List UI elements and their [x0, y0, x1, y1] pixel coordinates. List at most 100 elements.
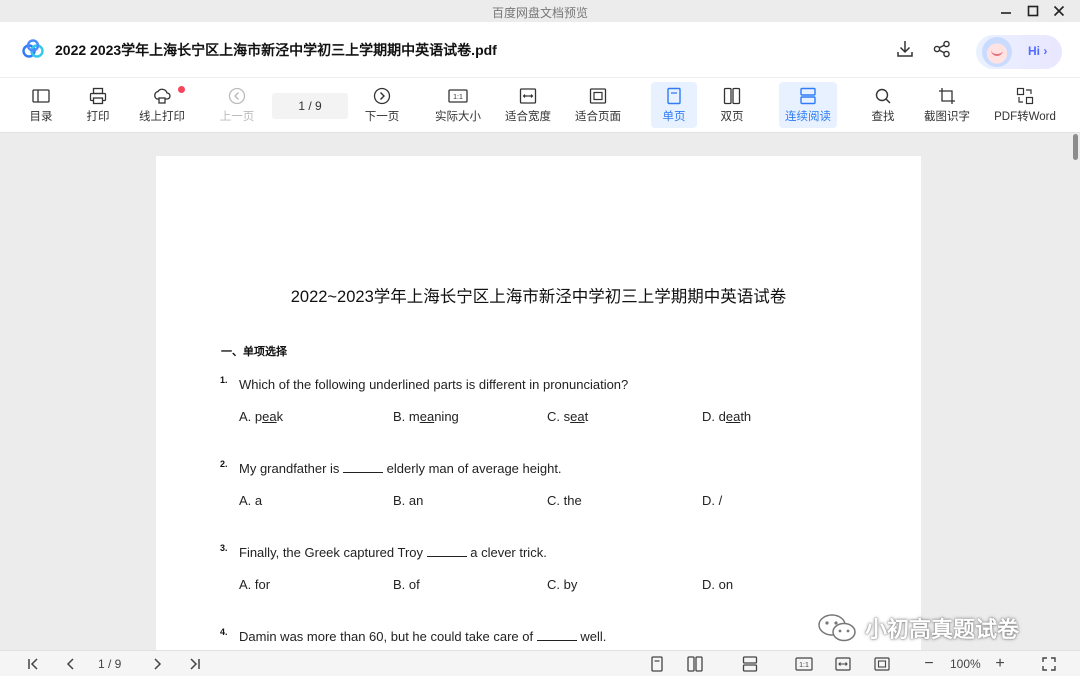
close-button[interactable] — [1046, 1, 1072, 21]
fit-page-button[interactable]: 适合页面 — [572, 82, 624, 128]
fit-page-small-button[interactable] — [873, 655, 891, 673]
option-d: D. on — [702, 577, 734, 592]
continuous-read-icon — [742, 656, 758, 672]
fit-width-icon — [835, 657, 851, 671]
option-b: B. of — [393, 577, 420, 592]
online-print-label: 线上打印 — [139, 111, 185, 123]
document-header: 2022 2023学年上海长宁区上海市新泾中学初三上学期期中英语试卷.pdf H… — [0, 22, 1080, 77]
convert-icon — [1015, 86, 1035, 106]
option-c: C. the — [547, 493, 582, 508]
section-heading: 一、单项选择 — [221, 346, 287, 358]
download-button[interactable] — [894, 38, 916, 60]
exam-title: 2022~2023学年上海长宁区上海市新泾中学初三上学期期中英语试卷 — [290, 288, 787, 306]
next-page-label: 下一页 — [364, 111, 400, 123]
document-viewer[interactable]: 2022~2023学年上海长宁区上海市新泾中学初三上学期期中英语试卷 一、单项选… — [0, 134, 1080, 650]
status-bar: 1 / 9 1:1 − 100% + — [0, 650, 1080, 676]
ai-assistant-button[interactable]: Hi › — [976, 35, 1062, 69]
double-page-button[interactable]: 双页 — [710, 82, 754, 128]
answer-blank — [426, 545, 467, 557]
single-page-small-button[interactable] — [648, 655, 666, 673]
single-page-label: 单页 — [662, 111, 686, 123]
fit-width-icon — [518, 86, 538, 106]
share-icon — [933, 40, 950, 58]
prev-circle-icon — [227, 86, 247, 106]
vertical-scrollbar[interactable] — [1073, 134, 1078, 160]
pdf-to-word-button[interactable]: PDF转Word — [990, 82, 1060, 128]
fit-page-icon — [874, 657, 890, 671]
window-title: 百度网盘文档预览 — [491, 6, 588, 20]
zoom-in-button[interactable]: + — [991, 655, 1009, 673]
answer-blank — [536, 629, 577, 641]
minimize-button[interactable] — [993, 1, 1019, 21]
fullscreen-button[interactable] — [1040, 655, 1058, 673]
watermark-text: 小初高真题试卷 — [865, 617, 1020, 642]
continuous-read-button[interactable]: 连续阅读 — [779, 82, 837, 128]
actual-size-icon: 1:1 — [448, 86, 468, 106]
toc-icon — [31, 86, 51, 106]
close-icon — [1053, 5, 1065, 17]
question-number: 1. — [220, 375, 228, 385]
assistant-avatar-icon — [982, 37, 1012, 67]
actual-size-small-button[interactable]: 1:1 — [795, 655, 813, 673]
prev-page-small-button[interactable] — [62, 655, 80, 673]
next-circle-icon — [372, 86, 392, 106]
ocr-button[interactable]: 截图识字 — [920, 82, 974, 128]
fit-page-icon — [588, 86, 608, 106]
actual-size-glyph: 1:1 — [799, 662, 809, 669]
print-button[interactable]: 打印 — [79, 82, 117, 128]
fit-width-small-button[interactable] — [834, 655, 852, 673]
prev-page-button[interactable]: 上一页 — [216, 82, 258, 128]
ocr-label: 截图识字 — [924, 111, 970, 123]
next-page-button[interactable]: 下一页 — [361, 82, 403, 128]
document-file-name: 2022 2023学年上海长宁区上海市新泾中学初三上学期期中英语试卷.pdf — [55, 42, 497, 58]
find-label: 查找 — [871, 111, 895, 123]
actual-size-label: 实际大小 — [435, 111, 481, 123]
pdf-page: 2022~2023学年上海长宁区上海市新泾中学初三上学期期中英语试卷 一、单项选… — [156, 156, 921, 650]
find-button[interactable]: 查找 — [862, 82, 904, 128]
question-text: My grandfather is elderly man of average… — [239, 461, 562, 476]
maximize-icon — [1027, 5, 1039, 17]
first-page-button[interactable] — [24, 655, 42, 673]
double-page-icon — [687, 656, 703, 672]
single-page-button[interactable]: 单页 — [651, 82, 697, 128]
double-page-label: 双页 — [720, 111, 744, 123]
crop-icon — [937, 86, 957, 106]
double-page-small-button[interactable] — [686, 655, 704, 673]
chevron-right-icon: › — [1043, 44, 1048, 58]
option-c: C. seat — [547, 409, 589, 424]
toolbar: 目录 打印 线上打印 上一页 下一页 1:1 实际大小 适合宽度 适合页面 单页… — [0, 77, 1080, 133]
maximize-button[interactable] — [1020, 1, 1046, 21]
option-b: B. meaning — [393, 409, 459, 424]
option-d: D. death — [702, 409, 752, 424]
option-b: B. an — [393, 493, 424, 508]
chevron-left-icon — [66, 658, 74, 670]
fit-width-label: 适合宽度 — [505, 111, 551, 123]
page-number-input[interactable]: 1 / 9 — [272, 93, 348, 119]
answer-blank — [343, 461, 384, 473]
assistant-label: Hi — [1028, 44, 1040, 58]
question-text: Which of the following underlined parts … — [239, 377, 629, 392]
fit-width-button[interactable]: 适合宽度 — [502, 82, 554, 128]
print-label: 打印 — [86, 111, 110, 123]
last-page-button[interactable] — [186, 655, 204, 673]
continuous-small-button[interactable] — [741, 655, 759, 673]
question-number: 2. — [220, 459, 228, 469]
option-a: A. for — [239, 577, 271, 592]
continuous-read-icon — [798, 86, 818, 106]
double-page-icon — [722, 86, 742, 106]
actual-size-glyph: 1:1 — [453, 94, 463, 101]
status-page-indicator[interactable]: 1 / 9 — [98, 657, 121, 671]
zoom-level: 100% — [950, 657, 981, 671]
actual-size-button[interactable]: 1:1 实际大小 — [432, 82, 484, 128]
next-page-small-button[interactable] — [148, 655, 166, 673]
share-button[interactable] — [931, 38, 953, 60]
question-number: 3. — [220, 543, 228, 553]
option-a: A. a — [239, 493, 263, 508]
pdf-to-word-label: PDF转Word — [994, 111, 1056, 123]
baidu-netdisk-logo-icon — [22, 39, 44, 58]
zoom-out-button[interactable]: − — [920, 655, 938, 673]
single-page-icon — [664, 86, 684, 106]
minimize-icon — [1001, 12, 1011, 14]
window-titlebar: 百度网盘文档预览 — [0, 0, 1080, 22]
toc-button[interactable]: 目录 — [22, 82, 60, 128]
